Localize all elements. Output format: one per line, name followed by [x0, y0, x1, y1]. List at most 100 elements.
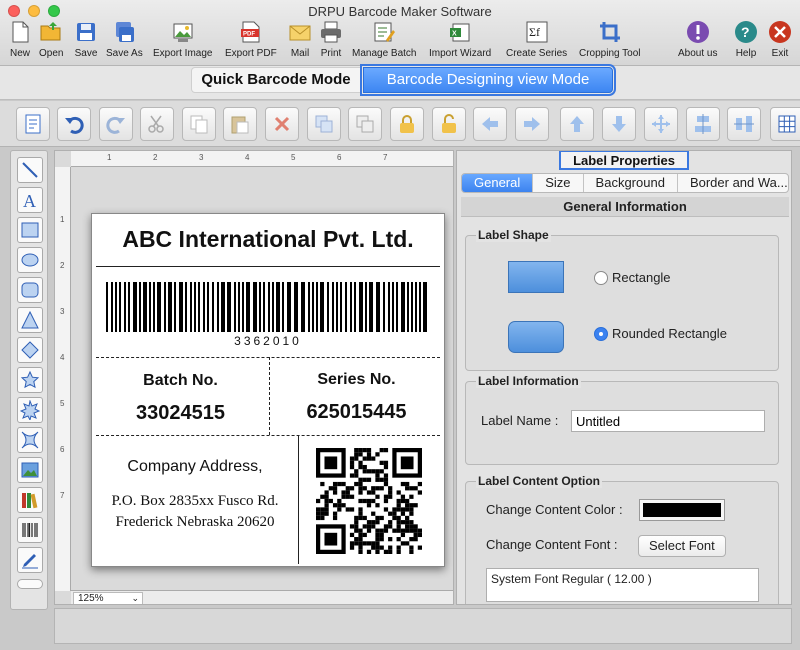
linear-barcode[interactable] — [106, 282, 430, 332]
rectangle-radio[interactable]: Rectangle — [594, 270, 671, 285]
tab-border-and-watermark[interactable]: Border and Wa... — [678, 174, 788, 192]
export-pdf-button[interactable]: PDF Export PDF — [225, 20, 277, 64]
ruler-left-tick: 7 — [60, 491, 65, 500]
ruler-top-tick: 4 — [245, 153, 250, 162]
open-button[interactable]: Open — [39, 20, 63, 64]
ruler-left-tick: 5 — [60, 399, 65, 408]
group-button[interactable] — [307, 107, 341, 141]
move-up-button[interactable] — [560, 107, 594, 141]
zoom-value: 125% — [78, 593, 104, 604]
rounded-rectangle-radio[interactable]: Rounded Rectangle — [594, 326, 727, 341]
center-arrows-icon — [652, 115, 670, 133]
rounded-rectangle-tool[interactable] — [17, 277, 43, 303]
library-tool[interactable] — [17, 487, 43, 513]
concave-star-tool[interactable] — [17, 427, 43, 453]
redo-icon — [106, 116, 125, 134]
print-button[interactable]: Print — [319, 20, 343, 64]
move-down-button[interactable] — [602, 107, 636, 141]
quick-barcode-mode-tab[interactable]: Quick Barcode Mode — [191, 67, 361, 93]
label-properties-title: Label Properties — [559, 151, 689, 170]
create-series-button[interactable]: Σf Create Series — [506, 20, 567, 64]
radio-button-selected[interactable] — [594, 326, 608, 341]
move-right-button[interactable] — [515, 107, 549, 141]
import-wizard-label: Import Wizard — [429, 48, 492, 59]
cropping-tool-button[interactable]: Cropping Tool — [579, 20, 641, 64]
import-wizard-button[interactable]: X Import Wizard — [429, 20, 491, 64]
mail-button[interactable]: Mail — [288, 20, 312, 64]
ruler-top-tick: 7 — [383, 153, 388, 162]
help-button[interactable]: ? Help — [734, 20, 758, 64]
unlock-button[interactable] — [432, 107, 466, 141]
copy-button[interactable] — [182, 107, 216, 141]
open-label: Open — [39, 48, 64, 59]
create-series-icon: Σf — [526, 21, 548, 43]
signature-tool[interactable] — [17, 547, 43, 573]
properties-button[interactable] — [16, 107, 50, 141]
diamond-tool[interactable] — [17, 337, 43, 363]
exit-button[interactable]: Exit — [768, 20, 792, 64]
ungroup-icon — [356, 115, 374, 133]
arrow-left-icon — [482, 117, 498, 131]
delete-button[interactable] — [265, 107, 299, 141]
cropping-tool-label: Cropping Tool — [579, 48, 641, 59]
move-left-button[interactable] — [473, 107, 507, 141]
barcode-designing-mode-tab[interactable]: Barcode Designing view Mode — [360, 64, 616, 96]
new-button[interactable]: New — [8, 20, 32, 64]
svg-text:X: X — [452, 31, 457, 38]
concave-star-icon — [21, 431, 39, 449]
manage-batch-label: Manage Batch — [352, 48, 417, 59]
arrow-down-icon — [612, 116, 626, 132]
select-font-button[interactable]: Select Font — [638, 535, 726, 557]
manage-batch-button[interactable]: Manage Batch — [352, 20, 417, 64]
undo-button[interactable] — [57, 107, 91, 141]
palette-scroll-handle[interactable] — [17, 579, 43, 589]
tab-size[interactable]: Size — [533, 174, 584, 192]
label-divider — [298, 435, 299, 564]
barcode-label[interactable]: ABC International Pvt. Ltd. 3362010 Batc… — [91, 213, 445, 567]
label-content-option-title: Label Content Option — [476, 474, 602, 488]
save-button[interactable]: Save — [74, 20, 98, 64]
edit-toolbar — [0, 101, 800, 147]
label-properties-panel: Label Properties General Size Background… — [456, 150, 792, 605]
ruler-top-tick: 3 — [199, 153, 204, 162]
mail-label: Mail — [290, 48, 310, 59]
label-name-caption: Label Name : — [481, 413, 559, 428]
burst-tool[interactable] — [17, 397, 43, 423]
save-as-button[interactable]: Save As — [106, 20, 143, 64]
lock-button[interactable] — [390, 107, 424, 141]
tab-background[interactable]: Background — [584, 174, 678, 192]
image-tool[interactable] — [17, 457, 43, 483]
cut-button[interactable] — [140, 107, 174, 141]
triangle-tool[interactable] — [17, 307, 43, 333]
content-color-well[interactable] — [639, 499, 725, 521]
ellipse-tool[interactable] — [17, 247, 43, 273]
ungroup-button[interactable] — [348, 107, 382, 141]
line-tool[interactable] — [17, 157, 43, 183]
align-vertical-icon — [695, 114, 711, 134]
redo-button[interactable] — [99, 107, 133, 141]
design-canvas[interactable]: 1 2 3 4 5 6 7 1 2 3 4 5 6 7 ABC Internat… — [54, 150, 454, 605]
barcode-tool[interactable] — [17, 517, 43, 543]
picture-tool[interactable] — [17, 217, 43, 243]
radio-button[interactable] — [594, 270, 608, 285]
manage-batch-icon — [374, 22, 396, 42]
create-series-label: Create Series — [506, 48, 568, 59]
color-swatch — [643, 503, 721, 517]
grid-button[interactable] — [770, 107, 800, 141]
text-tool[interactable]: A — [17, 187, 43, 213]
align-vertical-button[interactable] — [686, 107, 720, 141]
ruler-top-tick: 1 — [107, 153, 112, 162]
tab-general[interactable]: General — [462, 174, 534, 192]
center-button[interactable] — [644, 107, 678, 141]
qr-code[interactable] — [316, 448, 422, 554]
export-image-button[interactable]: Export Image — [153, 20, 212, 64]
zoom-select[interactable]: 125% ⌄ — [73, 592, 143, 604]
star-tool[interactable] — [17, 367, 43, 393]
change-content-color-caption: Change Content Color : — [486, 502, 623, 517]
export-image-icon — [173, 23, 193, 42]
align-horizontal-button[interactable] — [727, 107, 761, 141]
label-company-name[interactable]: ABC International Pvt. Ltd. — [92, 226, 444, 253]
paste-button[interactable] — [223, 107, 257, 141]
about-us-button[interactable]: About us — [678, 20, 717, 64]
label-name-input[interactable] — [571, 410, 765, 432]
